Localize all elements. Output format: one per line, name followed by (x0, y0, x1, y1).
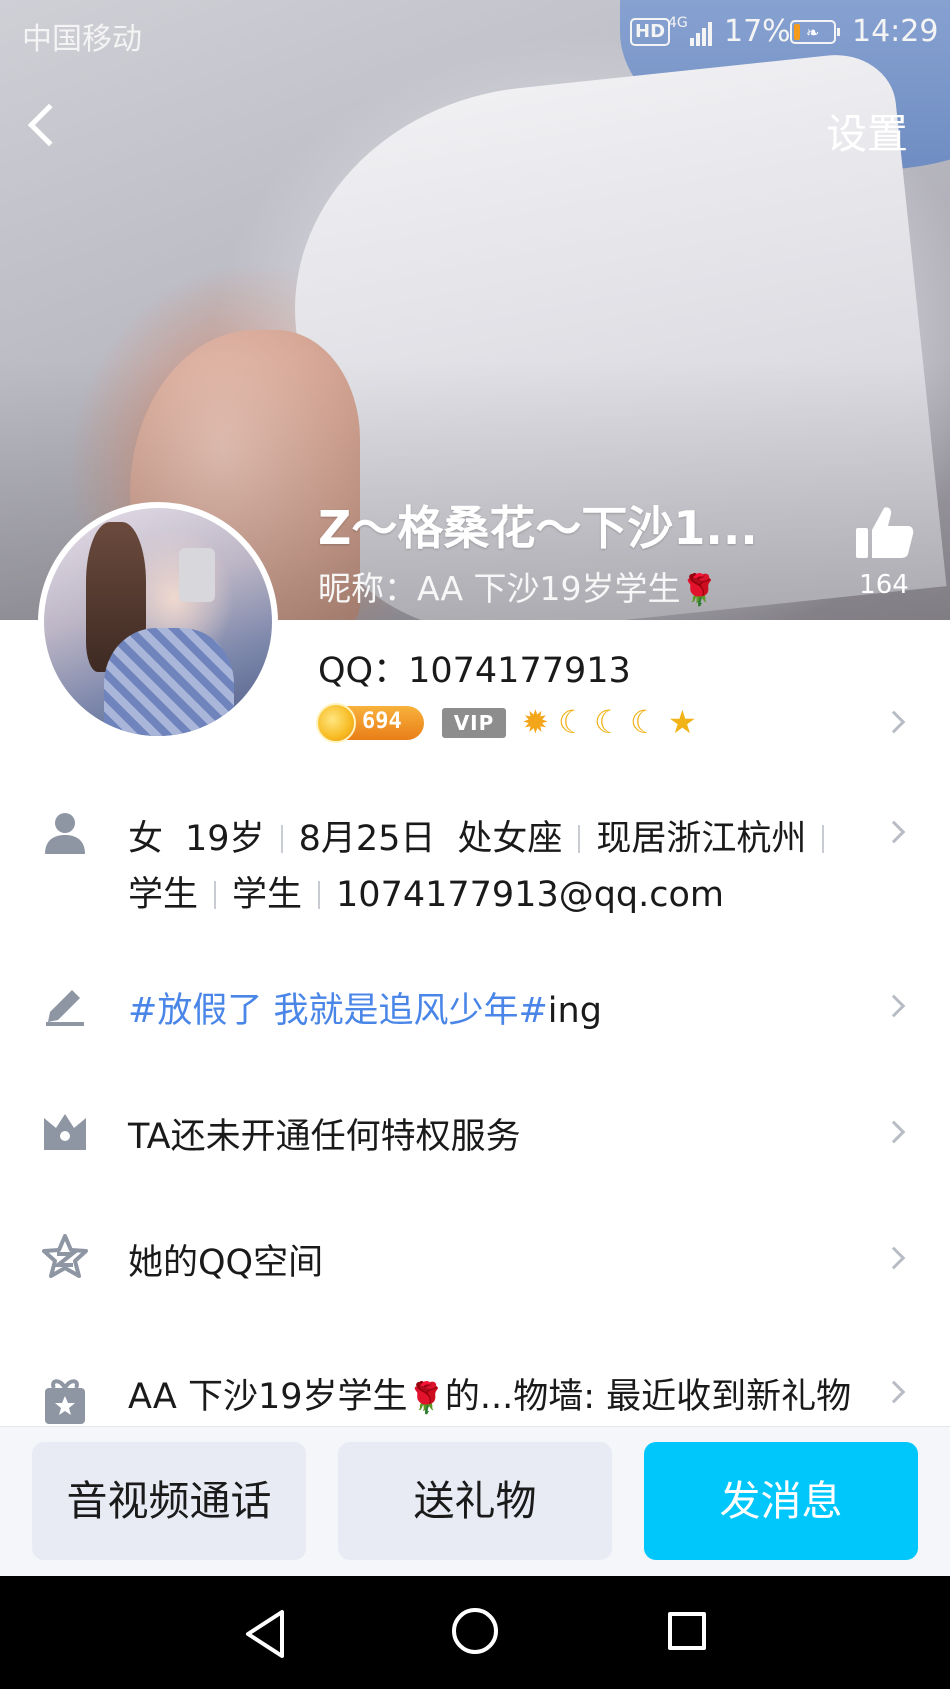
qzone-star-icon (42, 1234, 88, 1278)
gift-wall-prefix: AA 下沙19岁学生 (128, 1377, 408, 1417)
system-nav-bar (0, 1576, 950, 1689)
email: 1074177913@qq.com (336, 875, 725, 915)
birthday: 8月25日 (298, 819, 436, 859)
signature-row[interactable]: #放假了 我就是追风少年#ing (0, 970, 950, 1040)
network-type: 4G (668, 15, 688, 31)
basic-info-row[interactable]: 女 19岁 8月25日 处女座 现居浙江杭州 学生 学生 1074177913@qq.com (0, 800, 950, 920)
coin-level-number: 694 (362, 709, 402, 734)
school: 学生 (232, 875, 303, 915)
chevron-right-icon (882, 1120, 906, 1144)
qq-number: QQ：1074177913 (318, 651, 631, 691)
gift-wall-text: AA 下沙19岁学生🌹的...物墙: 最近收到新礼物 (128, 1368, 851, 1419)
nickname: 昵称：AA 下沙19岁学生🌹 (318, 562, 718, 610)
battery-percent: 17% (724, 14, 791, 49)
battery-icon: ❧ (790, 20, 840, 44)
chevron-right-icon (882, 1246, 906, 1270)
send-message-button[interactable]: 发消息 (644, 1442, 918, 1560)
age: 19岁 (185, 819, 265, 859)
avatar-phone (179, 548, 215, 602)
zodiac: 处女座 (457, 819, 563, 859)
privilege-text: TA还未开通任何特权服务 (128, 1117, 521, 1157)
vip-badge: VIP (442, 708, 506, 738)
star-icon: ★ (668, 703, 697, 741)
gender: 女 (128, 819, 164, 859)
pencil-icon (46, 990, 84, 1026)
coin-level-badge: 694 (316, 703, 424, 743)
profile-name: Z～格桑花～下沙1... (318, 501, 758, 555)
level-badges[interactable]: 694 VIP ✹ ☾ ☾ ☾ ★ (316, 700, 938, 754)
nav-back-icon[interactable] (238, 1604, 298, 1664)
chevron-right-icon (882, 820, 906, 844)
chevron-right-icon (882, 1380, 906, 1404)
rose-icon: 🌹 (680, 573, 718, 608)
rose-icon: 🌹 (407, 1381, 445, 1416)
location: 现居浙江杭州 (596, 819, 807, 859)
nav-home-icon[interactable] (452, 1608, 498, 1654)
gift-icon (45, 1379, 85, 1424)
leaf-icon: ❧ (806, 23, 820, 42)
nav-recents-icon[interactable] (668, 1612, 706, 1650)
signature-suffix: ing (547, 991, 602, 1031)
chevron-right-icon (882, 710, 906, 734)
sun-icon: ✹ (522, 703, 549, 741)
clock: 14:29 (852, 14, 939, 49)
chevron-right-icon (882, 994, 906, 1018)
carrier-name: 中国移动 (22, 22, 142, 57)
basic-info-line-2: 学生 学生 1074177913@qq.com (128, 866, 724, 917)
qzone-text: 她的QQ空间 (128, 1243, 324, 1283)
nickname-text: 昵称：AA 下沙19岁学生 (318, 569, 681, 608)
coin-icon (316, 703, 356, 743)
basic-info-line-1: 女 19岁 8月25日 处女座 现居浙江杭州 (128, 810, 840, 861)
thumbs-up-icon[interactable] (852, 500, 916, 564)
moon-icon: ☾ (558, 703, 587, 741)
settings-button[interactable]: 设置 (826, 100, 908, 160)
person-icon (45, 813, 85, 854)
action-bar: 音视频通话 送礼物 发消息 (0, 1426, 950, 1576)
moon-icon: ☾ (630, 703, 659, 741)
avatar-dress (104, 628, 234, 736)
gift-wall-row[interactable]: AA 下沙19岁学生🌹的...物墙: 最近收到新礼物 (0, 1366, 950, 1426)
avatar[interactable] (38, 502, 278, 742)
hd-badge: HD (630, 18, 671, 46)
gift-wall-suffix: 的...物墙: 最近收到新礼物 (444, 1377, 852, 1417)
privilege-row[interactable]: TA还未开通任何特权服务 (0, 1096, 950, 1166)
signal-icon (690, 20, 716, 46)
signature-tag[interactable]: #放假了 我就是追风少年# (128, 991, 548, 1031)
like-count: 164 (859, 570, 909, 600)
av-call-button[interactable]: 音视频通话 (32, 1442, 306, 1560)
status-bar: 中国移动 HD 4G 17% ❧ 14:29 (0, 0, 950, 64)
chevron-left-icon (27, 103, 71, 147)
moon-icon: ☾ (594, 703, 623, 741)
battery-fill (794, 24, 800, 40)
back-button[interactable] (20, 96, 71, 166)
occupation: 学生 (128, 875, 199, 915)
qzone-row[interactable]: 她的QQ空间 (0, 1222, 950, 1292)
send-gift-button[interactable]: 送礼物 (338, 1442, 612, 1560)
crown-icon (44, 1114, 86, 1150)
signature-text: #放假了 我就是追风少年#ing (128, 982, 602, 1033)
